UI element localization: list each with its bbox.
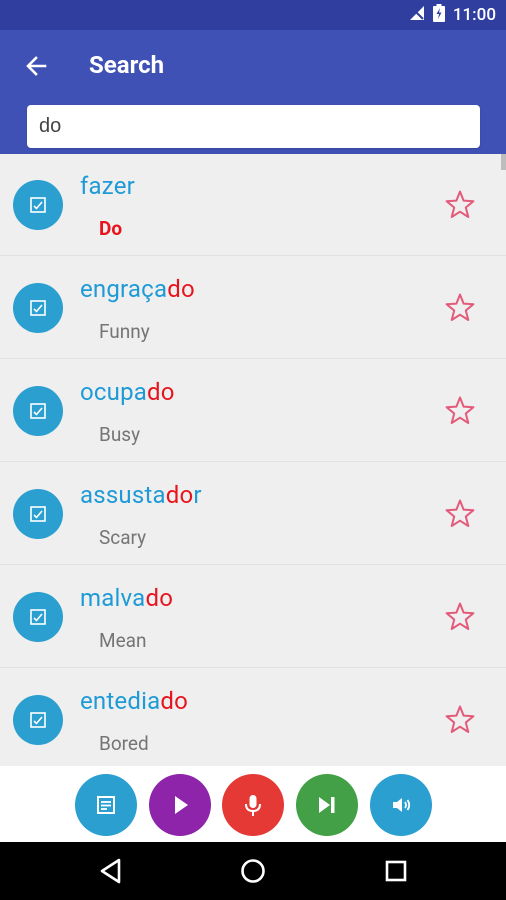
favorite-star-button[interactable]	[443, 188, 477, 222]
results-list[interactable]: fazer Do engraçado Funny ocupado Busy as…	[0, 154, 506, 766]
play-button[interactable]	[149, 774, 211, 836]
word-text: ocupado	[80, 378, 175, 406]
word-highlight: do	[160, 687, 189, 715]
word-highlight: do	[165, 481, 194, 509]
word-prefix: ocupa	[80, 378, 148, 406]
flashcard-icon[interactable]	[13, 489, 63, 539]
word-highlight: do	[147, 378, 175, 406]
star-icon	[445, 293, 475, 321]
quiz-button[interactable]	[75, 774, 137, 836]
flashcard-icon[interactable]	[13, 283, 63, 333]
translation-text: Bored	[99, 732, 149, 755]
star-icon	[445, 396, 475, 424]
list-item[interactable]: malvado Mean	[0, 566, 506, 668]
arrow-left-icon	[26, 56, 47, 76]
no-signal-icon	[409, 5, 425, 25]
flashcard-icon[interactable]	[13, 592, 63, 642]
search-input[interactable]	[27, 105, 480, 148]
speaker-button[interactable]	[370, 774, 432, 836]
word-prefix: entedia	[80, 687, 161, 715]
word-text: fazer	[80, 172, 135, 200]
word-text: assustador	[80, 481, 202, 509]
home-circle-icon	[241, 859, 265, 883]
list-item[interactable]: engraçado Funny	[0, 257, 506, 359]
word-prefix: engraça	[80, 275, 168, 303]
word-highlight: do	[167, 275, 195, 303]
translation-text: Funny	[99, 320, 150, 343]
status-time: 11:00	[452, 5, 496, 25]
favorite-star-button[interactable]	[443, 394, 477, 428]
word-highlight: do	[145, 584, 174, 612]
flashcard-icon[interactable]	[13, 695, 63, 745]
translation-text: Mean	[99, 629, 147, 652]
word-text: entediado	[80, 687, 188, 715]
app-bar: Search	[0, 30, 506, 154]
favorite-star-button[interactable]	[443, 497, 477, 531]
speaker-icon	[389, 793, 413, 817]
list-item[interactable]: entediado Bored	[0, 669, 506, 766]
word-prefix: malva	[80, 584, 146, 612]
skip-next-icon	[314, 792, 340, 818]
list-item[interactable]: ocupado Busy	[0, 360, 506, 462]
search-box[interactable]	[27, 105, 480, 148]
status-icons: 11:00	[409, 0, 496, 30]
microphone-button[interactable]	[222, 774, 284, 836]
controls-bar	[0, 766, 506, 842]
word-prefix: assusta	[80, 481, 166, 509]
nav-back-button[interactable]	[96, 856, 126, 886]
word-suffix: r	[193, 481, 202, 509]
word-text: malvado	[80, 584, 173, 612]
star-icon	[445, 705, 475, 733]
favorite-star-button[interactable]	[443, 291, 477, 325]
quiz-icon	[94, 793, 118, 817]
star-icon	[445, 190, 475, 218]
back-button[interactable]	[14, 46, 58, 86]
flashcard-icon[interactable]	[13, 180, 63, 230]
skip-next-button[interactable]	[296, 774, 358, 836]
back-triangle-icon	[100, 858, 121, 884]
recents-square-icon	[385, 860, 407, 882]
page-title: Search	[89, 51, 165, 79]
nav-home-button[interactable]	[238, 856, 268, 886]
translation-text: Scary	[99, 526, 147, 549]
favorite-star-button[interactable]	[443, 600, 477, 634]
favorite-star-button[interactable]	[443, 703, 477, 737]
play-icon	[167, 792, 193, 818]
microphone-icon	[240, 792, 266, 818]
nav-recents-button[interactable]	[381, 856, 411, 886]
star-icon	[445, 602, 475, 630]
list-item[interactable]: fazer Do	[0, 154, 506, 256]
translation-text: Do	[99, 217, 123, 240]
flashcard-icon[interactable]	[13, 386, 63, 436]
word-prefix: fazer	[80, 172, 135, 200]
translation-text: Busy	[99, 423, 141, 446]
list-item[interactable]: assustador Scary	[0, 463, 506, 565]
system-nav-bar	[0, 842, 506, 900]
star-icon	[445, 499, 475, 527]
battery-icon	[432, 4, 445, 26]
word-text: engraçado	[80, 275, 195, 303]
status-bar: 11:00	[0, 0, 506, 30]
